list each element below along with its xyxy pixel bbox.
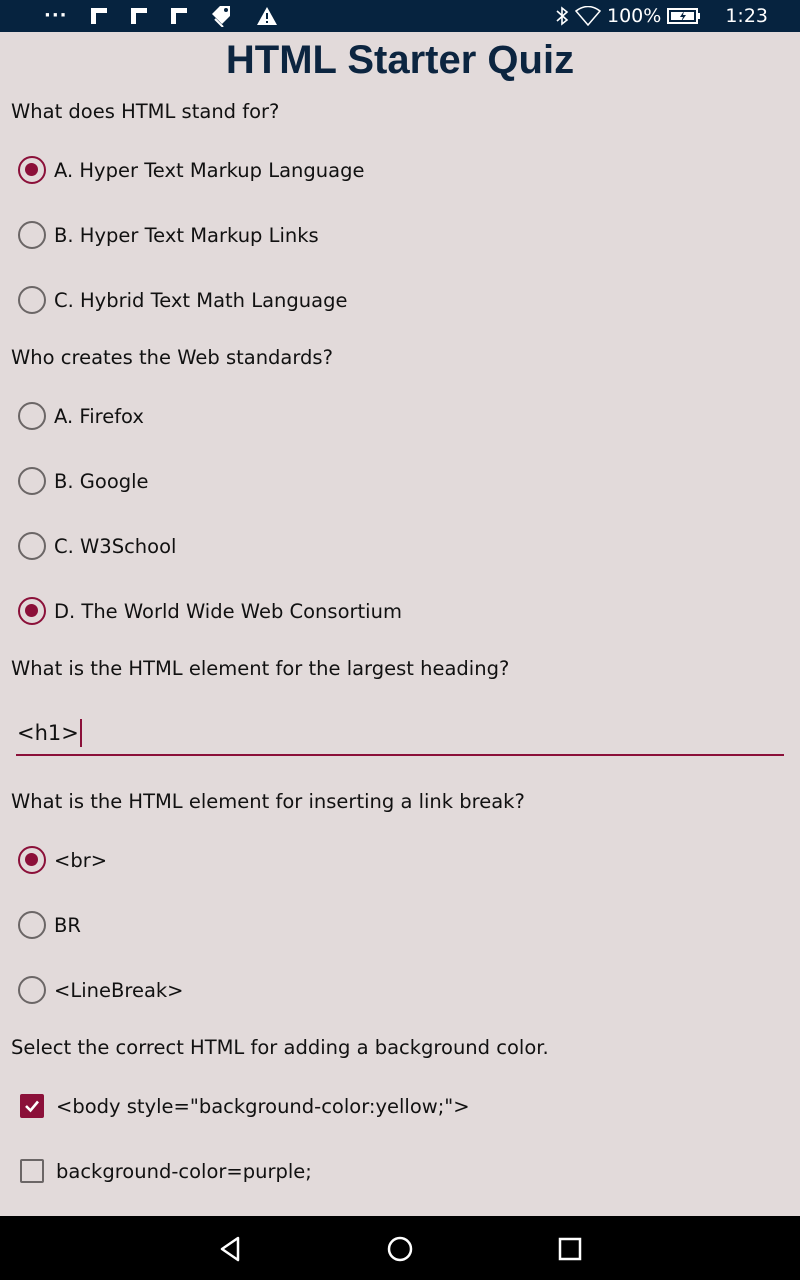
option-label: <br> bbox=[54, 848, 108, 872]
recents-icon[interactable] bbox=[555, 1234, 585, 1264]
flipboard-icon bbox=[170, 8, 187, 24]
q5-option-b[interactable]: background-color=purple; bbox=[18, 1151, 312, 1191]
radio-button[interactable] bbox=[18, 911, 46, 939]
home-icon[interactable] bbox=[385, 1234, 415, 1264]
clock: 1:23 bbox=[725, 5, 768, 27]
question-3-text: What is the HTML element for the largest… bbox=[11, 657, 510, 680]
option-label: A. Hyper Text Markup Language bbox=[54, 158, 365, 182]
answer-input[interactable]: <h1> bbox=[16, 712, 784, 756]
more-dots-icon: ··· bbox=[44, 5, 68, 26]
tag-icon bbox=[211, 6, 230, 27]
q2-option-d[interactable]: D. The World Wide Web Consortium bbox=[18, 591, 402, 631]
checkbox[interactable] bbox=[20, 1159, 44, 1183]
status-bar: ··· 100% 1:23 bbox=[0, 0, 800, 32]
option-label: D. The World Wide Web Consortium bbox=[54, 599, 402, 623]
text-cursor bbox=[79, 719, 82, 747]
q2-option-b[interactable]: B. Google bbox=[18, 461, 149, 501]
wifi-icon bbox=[575, 6, 601, 26]
checkbox-checked[interactable] bbox=[20, 1094, 44, 1118]
radio-button[interactable] bbox=[18, 402, 46, 430]
radio-button[interactable] bbox=[18, 286, 46, 314]
q4-option-a[interactable]: <br> bbox=[18, 840, 107, 880]
q2-option-a[interactable]: A. Firefox bbox=[18, 396, 144, 436]
radio-button[interactable] bbox=[18, 976, 46, 1004]
question-5-text: Select the correct HTML for adding a bac… bbox=[11, 1036, 549, 1059]
q2-option-c[interactable]: C. W3School bbox=[18, 526, 176, 566]
option-label: C. Hybrid Text Math Language bbox=[54, 288, 348, 312]
question-1-text: What does HTML stand for? bbox=[11, 100, 280, 123]
bluetooth-icon bbox=[556, 6, 569, 26]
radio-button[interactable] bbox=[18, 467, 46, 495]
radio-button-checked[interactable] bbox=[18, 597, 46, 625]
option-label: <LineBreak> bbox=[54, 978, 184, 1002]
question-2-text: Who creates the Web standards? bbox=[11, 346, 333, 369]
back-icon[interactable] bbox=[216, 1234, 246, 1264]
radio-button-checked[interactable] bbox=[18, 846, 46, 874]
q1-option-a[interactable]: A. Hyper Text Markup Language bbox=[18, 150, 364, 190]
option-label: <body style="background-color:yellow;"> bbox=[56, 1094, 470, 1118]
answer-input-value: <h1> bbox=[17, 721, 79, 745]
radio-button[interactable] bbox=[18, 532, 46, 560]
q1-option-c[interactable]: C. Hybrid Text Math Language bbox=[18, 280, 347, 320]
warning-icon bbox=[256, 7, 277, 25]
radio-button[interactable] bbox=[18, 221, 46, 249]
option-label: A. Firefox bbox=[54, 404, 144, 428]
q4-option-c[interactable]: <LineBreak> bbox=[18, 970, 184, 1010]
q4-option-b[interactable]: BR bbox=[18, 905, 81, 945]
flipboard-icon bbox=[90, 8, 107, 24]
option-label: C. W3School bbox=[54, 534, 177, 558]
battery-icon bbox=[667, 8, 701, 24]
option-label: BR bbox=[54, 913, 81, 937]
q1-option-b[interactable]: B. Hyper Text Markup Links bbox=[18, 215, 319, 255]
flipboard-icon bbox=[130, 8, 147, 24]
radio-button-checked[interactable] bbox=[18, 156, 46, 184]
page-title: HTML Starter Quiz bbox=[225, 38, 575, 82]
battery-percent: 100% bbox=[607, 5, 662, 27]
q5-option-a[interactable]: <body style="background-color:yellow;"> bbox=[18, 1086, 470, 1126]
check-icon bbox=[25, 1100, 39, 1113]
navigation-bar bbox=[0, 1216, 800, 1280]
question-4-text: What is the HTML element for inserting a… bbox=[11, 790, 525, 813]
option-label: B. Google bbox=[54, 469, 149, 493]
option-label: B. Hyper Text Markup Links bbox=[54, 223, 319, 247]
option-label: background-color=purple; bbox=[56, 1159, 312, 1183]
